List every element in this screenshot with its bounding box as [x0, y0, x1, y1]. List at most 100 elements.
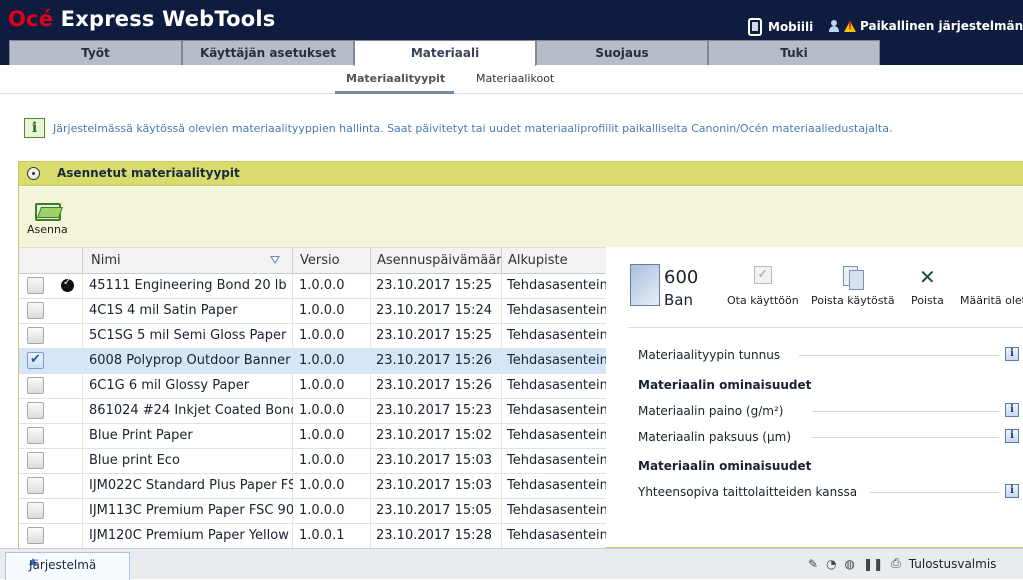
row-source: Tehdasasentein: [507, 428, 606, 443]
table-row[interactable]: 6C1G 6 mil Glossy Paper 1.0.0.0 23.10.2017…: [19, 374, 606, 399]
sort-descending-icon[interactable]: [270, 256, 280, 264]
row-version: 1.0.0.0: [299, 453, 345, 468]
row-source: Tehdasasentein: [507, 453, 606, 468]
disable-button[interactable]: Poista käytöstä: [811, 266, 895, 307]
column-separator: [501, 474, 502, 499]
delete-x-icon: ✕: [919, 265, 936, 289]
row-version: 1.0.0.0: [299, 303, 345, 318]
table-row[interactable]: IJM022C Standard Plus Paper FS 1.0.0.0 23.…: [19, 474, 606, 499]
set-default-button[interactable]: Määritä oletusa: [960, 266, 1023, 307]
row-checkbox[interactable]: [27, 327, 44, 344]
tab-user-settings[interactable]: Käyttäjän asetukset: [182, 40, 354, 65]
install-button[interactable]: Asenna: [27, 201, 68, 236]
field-line: [799, 355, 999, 356]
panel-header[interactable]: Asennetut materiaalityypit: [19, 162, 1023, 186]
type-id-label: Materiaalityypin tunnus: [638, 348, 781, 362]
row-checkbox[interactable]: [27, 427, 44, 444]
row-install-date: 23.10.2017 15:24: [376, 303, 493, 318]
row-source: Tehdasasentein: [507, 528, 606, 543]
table-row[interactable]: 45111 Engineering Bond 20 lb 1.0.0.0 23.10…: [19, 274, 606, 299]
row-checkbox[interactable]: [27, 477, 44, 494]
status-bar: Järjestelmä ✎ ◔ ◍ ❚❚ ⎙ Tulostusvalmis: [0, 548, 1023, 580]
row-source: Tehdasasentein: [507, 378, 606, 393]
top-bar: Océ Express WebTools Mobiili ! Paikallin…: [0, 0, 1023, 40]
row-name: 861024 #24 Inkjet Coated Bond: [89, 403, 293, 418]
row-source: Tehdasasentein: [507, 478, 606, 493]
table-row[interactable]: Blue print Eco 1.0.0.0 23.10.2017 15:03 Teh…: [19, 449, 606, 474]
row-checkbox[interactable]: [27, 277, 44, 294]
row-checkbox[interactable]: [27, 377, 44, 394]
table-row[interactable]: 861024 #24 Inkjet Coated Bond 1.0.0.0 23.1…: [19, 399, 606, 424]
row-source: Tehdasasentein: [507, 278, 606, 293]
row-install-date: 23.10.2017 15:05: [376, 503, 493, 518]
system-admin-link[interactable]: ! Paikallinen järjestelmänva: [828, 19, 1023, 33]
column-separator: [82, 524, 83, 549]
compatibility-info-icon[interactable]: i: [1005, 484, 1019, 498]
phone-icon: [748, 18, 762, 36]
thickness-info-icon[interactable]: i: [1005, 429, 1019, 443]
table-row[interactable]: IJM120C Premium Paper Yellow 1.0.0.1 23.10…: [19, 524, 606, 549]
weight-label: Materiaalin paino (g/m²): [638, 404, 784, 418]
row-name: Blue print Eco: [89, 453, 180, 468]
table-row[interactable]: 4C1S 4 mil Satin Paper 1.0.0.0 23.10.2017 …: [19, 299, 606, 324]
system-tab[interactable]: Järjestelmä: [5, 552, 130, 580]
printer-icon: ⎙: [891, 556, 901, 570]
mobile-link[interactable]: Mobiili: [748, 18, 813, 36]
column-separator: [292, 248, 293, 275]
row-checkbox[interactable]: [27, 452, 44, 469]
subtab-media-types[interactable]: Materiaalityypit: [346, 72, 445, 85]
tab-jobs[interactable]: Työt: [9, 40, 182, 65]
type-id-info-icon[interactable]: i: [1005, 347, 1019, 361]
row-version: 1.0.0.0: [299, 378, 345, 393]
column-separator: [82, 248, 83, 275]
system-admin-label: Paikallinen järjestelmänva: [860, 19, 1023, 33]
column-separator: [82, 499, 83, 524]
table-row[interactable]: 5C1SG 5 mil Semi Gloss Paper 1.0.0.0 23.10…: [19, 324, 606, 349]
column-install-date[interactable]: Asennuspäivämäärä: [377, 253, 501, 268]
subtab-media-sizes[interactable]: Materiaalikoot: [476, 72, 554, 85]
printer-status: Tulostusvalmis: [908, 556, 997, 571]
delete-button[interactable]: ✕ Poista: [911, 266, 944, 307]
row-checkbox[interactable]: [27, 402, 44, 419]
row-checkbox[interactable]: [27, 302, 44, 319]
warning-icon: !: [844, 20, 856, 32]
table-row[interactable]: 6008 Polyprop Outdoor Banner 2 1.0.0.0 23.…: [19, 349, 606, 374]
enable-button[interactable]: ✓ Ota käyttöön: [727, 266, 799, 307]
row-checkbox[interactable]: [27, 527, 44, 544]
weight-info-icon[interactable]: i: [1005, 403, 1019, 417]
table-row[interactable]: IJM113C Premium Paper FSC 90 1.0.0.0 23.10…: [19, 499, 606, 524]
column-separator: [82, 399, 83, 424]
info-text: Järjestelmässä käytössä olevien materiaa…: [53, 121, 893, 135]
sub-tabs: Materiaalityypit Materiaalikoot: [0, 66, 1023, 94]
row-name: 5C1SG 5 mil Semi Gloss Paper: [89, 328, 287, 343]
row-checkbox[interactable]: [27, 502, 44, 519]
tab-security[interactable]: Suojaus: [536, 40, 708, 65]
tab-support[interactable]: Tuki: [708, 40, 880, 65]
column-separator: [82, 474, 83, 499]
column-separator: [370, 248, 371, 275]
column-version[interactable]: Versio: [300, 253, 340, 268]
row-name: 4C1S 4 mil Satin Paper: [89, 303, 238, 318]
collapse-icon[interactable]: [27, 167, 40, 180]
column-source[interactable]: Alkupiste: [508, 253, 568, 268]
row-checkbox[interactable]: [27, 352, 44, 369]
column-separator: [82, 424, 83, 449]
column-name[interactable]: Nimi: [91, 253, 121, 268]
row-install-date: 23.10.2017 15:23: [376, 403, 493, 418]
row-name: IJM120C Premium Paper Yellow: [89, 528, 289, 543]
media-table: Nimi Versio Asennuspäivämäärä Alkupiste …: [19, 247, 606, 549]
tab-material[interactable]: Materiaali: [354, 40, 536, 66]
row-version: 1.0.0.0: [299, 278, 345, 293]
table-row[interactable]: Blue Print Paper 1.0.0.0 23.10.2017 15:02 T…: [19, 424, 606, 449]
detail-subtitle: Ban: [664, 291, 693, 309]
column-separator: [501, 524, 502, 549]
compatibility-label: Yhteensopiva taittolaitteiden kanssa: [638, 485, 858, 499]
panel-title: Asennetut materiaalityypit: [57, 166, 240, 180]
status-area: ✎ ◔ ◍ ❚❚ ⎙ Tulostusvalmis: [808, 556, 996, 571]
paper-rolls-icon: ❚❚: [863, 556, 884, 571]
column-separator: [501, 449, 502, 474]
active-subtab-indicator: [335, 91, 454, 94]
column-separator: [501, 374, 502, 399]
field-line: [812, 411, 999, 412]
row-source: Tehdasasentein: [507, 353, 606, 368]
